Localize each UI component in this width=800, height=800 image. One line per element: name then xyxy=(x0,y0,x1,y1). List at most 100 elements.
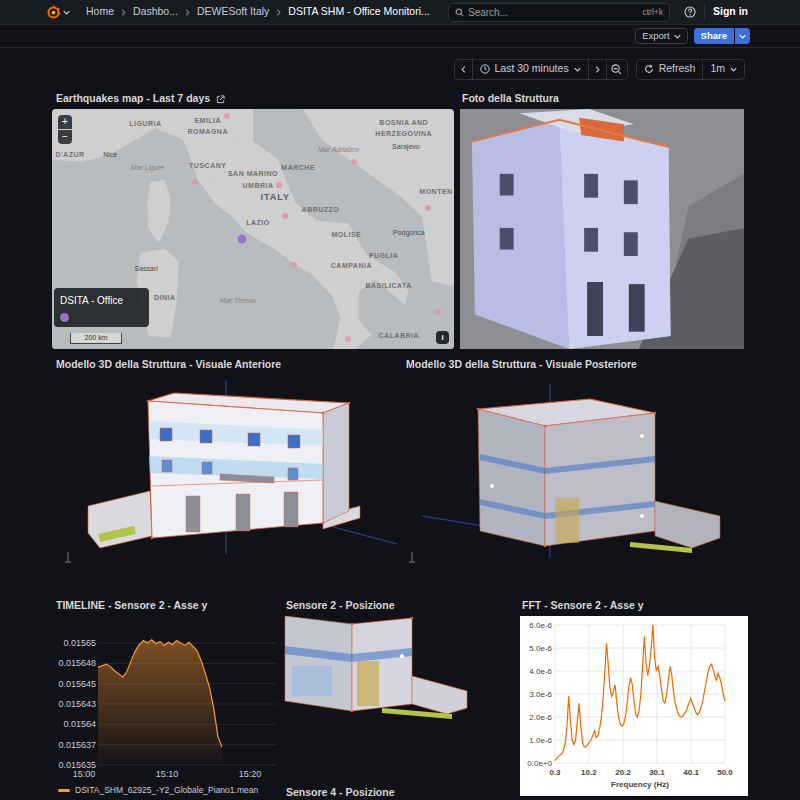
zoom-out-button[interactable] xyxy=(607,60,627,79)
map-label: MARCHE xyxy=(281,163,315,174)
top-nav: Home Dashbo... DEWESoft Italy DSITA SHM … xyxy=(0,0,800,25)
map[interactable]: LIGURIAEMILIAROMAGNAD'AZURNiceMar Ligure… xyxy=(52,109,454,349)
sign-in-link[interactable]: Sign in xyxy=(713,4,748,20)
photo-image xyxy=(460,109,744,349)
earthquake-marker[interactable] xyxy=(425,205,431,211)
panel-title[interactable]: Sensore 2 - Posizione xyxy=(286,598,395,614)
panel-title[interactable]: Foto della Struttura xyxy=(462,91,559,107)
series-area xyxy=(98,640,222,765)
earthquake-marker[interactable] xyxy=(435,309,441,315)
model-viewer[interactable] xyxy=(52,375,398,592)
x-tick-label: 0.3 xyxy=(549,768,561,777)
axis-label: Frequency (Hz) xyxy=(611,780,669,789)
breadcrumb-item[interactable]: DSITA SHM - Office Monitori... xyxy=(288,4,429,20)
help-icon[interactable] xyxy=(684,6,696,18)
time-back-button[interactable] xyxy=(455,60,473,79)
fft-chart[interactable]: 6.0e-65.0e-64.0e-63.0e-62.0e-61.0e-60.0e… xyxy=(520,614,748,796)
sensor2-panel: Sensore 2 - Posizione xyxy=(282,598,516,786)
export-button[interactable]: Export xyxy=(635,28,687,44)
grid-line xyxy=(555,740,725,741)
map-zoom-controls: + − xyxy=(58,115,72,144)
nav-divider xyxy=(704,5,705,19)
earthquake-marker[interactable] xyxy=(282,213,288,219)
map-info-button[interactable]: i xyxy=(436,331,449,344)
timeline-panel: TIMELINE - Sensore 2 - Asse y 0.015650.0… xyxy=(52,598,278,800)
grid-line xyxy=(555,625,725,626)
refresh-picker: Refresh 1m xyxy=(636,59,745,80)
photo-panel: Foto della Struttura xyxy=(458,89,748,349)
share-button[interactable]: Share xyxy=(694,28,734,44)
panel-title[interactable]: Earthquakes map - Last 7 days xyxy=(56,91,210,107)
time-range-button[interactable]: Last 30 minutes xyxy=(473,60,589,79)
zoom-in-button[interactable]: + xyxy=(58,115,72,129)
zoom-out-map-button[interactable]: − xyxy=(58,130,72,144)
breadcrumb-item[interactable]: Home xyxy=(86,4,114,20)
series-line[interactable] xyxy=(98,640,222,747)
share-options-button[interactable] xyxy=(735,28,750,44)
map-label: ABRUZZO xyxy=(302,205,340,216)
earthquake-marker[interactable] xyxy=(276,182,282,188)
map-label: Sassari xyxy=(134,264,157,275)
chevron-left-icon xyxy=(460,66,467,73)
x-tick-label: 15:20 xyxy=(239,769,262,779)
earthquake-marker[interactable] xyxy=(345,336,351,342)
office-marker[interactable] xyxy=(238,235,247,244)
earthquake-marker[interactable] xyxy=(192,179,198,185)
search-box[interactable]: ctrl+k xyxy=(448,3,670,22)
panel-row: Modello 3D della Struttura - Visuale Ant… xyxy=(52,355,748,592)
map-label: PUGLIA xyxy=(369,251,398,262)
y-tick-label: 1.0e-6 xyxy=(529,736,552,745)
refresh-icon xyxy=(644,64,654,74)
x-tick-label: 20.2 xyxy=(615,768,631,777)
sensor4-panel: Sensore 4 - Posizione xyxy=(282,786,516,800)
grafana-logo[interactable] xyxy=(46,5,70,20)
time-range-label: Last 30 minutes xyxy=(495,61,569,77)
sensor2-model[interactable] xyxy=(282,616,516,724)
panel-title[interactable]: Sensore 4 - Posizione xyxy=(286,785,395,800)
map-label: BASILICATA xyxy=(365,281,411,292)
panel-row: TIMELINE - Sensore 2 - Asse y 0.015650.0… xyxy=(52,598,748,800)
map-label: ITALY xyxy=(260,191,290,205)
dashboard-panels: Earthquakes map - Last 7 days LIGURIAEMI… xyxy=(52,89,748,800)
map-label: MONTEN xyxy=(419,187,452,198)
search-input[interactable] xyxy=(468,5,638,20)
legend-line xyxy=(58,789,70,792)
search-shortcut: ctrl+k xyxy=(642,6,663,19)
legend-label[interactable]: DSITA_SHM_62925_-Y2_Globale_Piano1.mean xyxy=(75,784,258,797)
share-button-group: Share xyxy=(694,28,750,44)
earthquake-marker[interactable] xyxy=(351,159,357,165)
map-scale: 200 km xyxy=(70,333,122,345)
refresh-button[interactable]: Refresh xyxy=(637,60,704,79)
sensor-column: Sensore 2 - Posizione Sensore 4 - Posizi… xyxy=(282,598,516,800)
chevron-down-icon xyxy=(63,9,70,16)
refresh-label: Refresh xyxy=(659,61,696,77)
fft-line[interactable] xyxy=(555,625,725,761)
breadcrumb-item[interactable]: Dashbo... xyxy=(133,4,178,20)
timeline-chart[interactable]: 0.015650.0156480.0156450.0156430.015640.… xyxy=(52,614,278,782)
y-tick-label: 0.015648 xyxy=(58,658,96,668)
time-controls: Last 30 minutes Refresh 1m xyxy=(0,57,800,81)
time-forward-button[interactable] xyxy=(589,60,607,79)
structure-photo xyxy=(458,109,748,349)
breadcrumb-item[interactable]: DEWESoft Italy xyxy=(197,4,269,20)
earthquake-marker[interactable] xyxy=(291,262,297,268)
zoom-out-icon xyxy=(611,64,622,75)
panel-title[interactable]: Modello 3D della Struttura - Visuale Pos… xyxy=(406,357,637,373)
model-viewer[interactable] xyxy=(402,375,748,592)
chart-legend: DSITA_SHM_62925_-Y2_Globale_Piano1.mean xyxy=(52,784,278,797)
earthquake-marker[interactable] xyxy=(224,113,230,119)
map-label: MOLISE xyxy=(331,229,361,240)
map-label: LAZIO xyxy=(246,217,270,228)
map-label: TUSCANY xyxy=(189,161,226,172)
chevron-down-icon xyxy=(674,33,681,40)
panel-title[interactable]: Modello 3D della Struttura - Visuale Ant… xyxy=(56,357,281,373)
refresh-interval-button[interactable]: 1m xyxy=(703,60,744,79)
y-tick-label: 4.0e-6 xyxy=(529,667,552,676)
external-link-icon[interactable] xyxy=(216,95,225,104)
chevron-right-icon xyxy=(184,9,191,16)
panel-title[interactable]: FFT - Sensore 2 - Asse y xyxy=(522,598,644,614)
refresh-interval-label: 1m xyxy=(710,61,725,77)
panel-title[interactable]: TIMELINE - Sensore 2 - Asse y xyxy=(56,598,207,614)
y-tick-label: 0.01564 xyxy=(63,719,96,729)
search-icon xyxy=(455,8,464,17)
